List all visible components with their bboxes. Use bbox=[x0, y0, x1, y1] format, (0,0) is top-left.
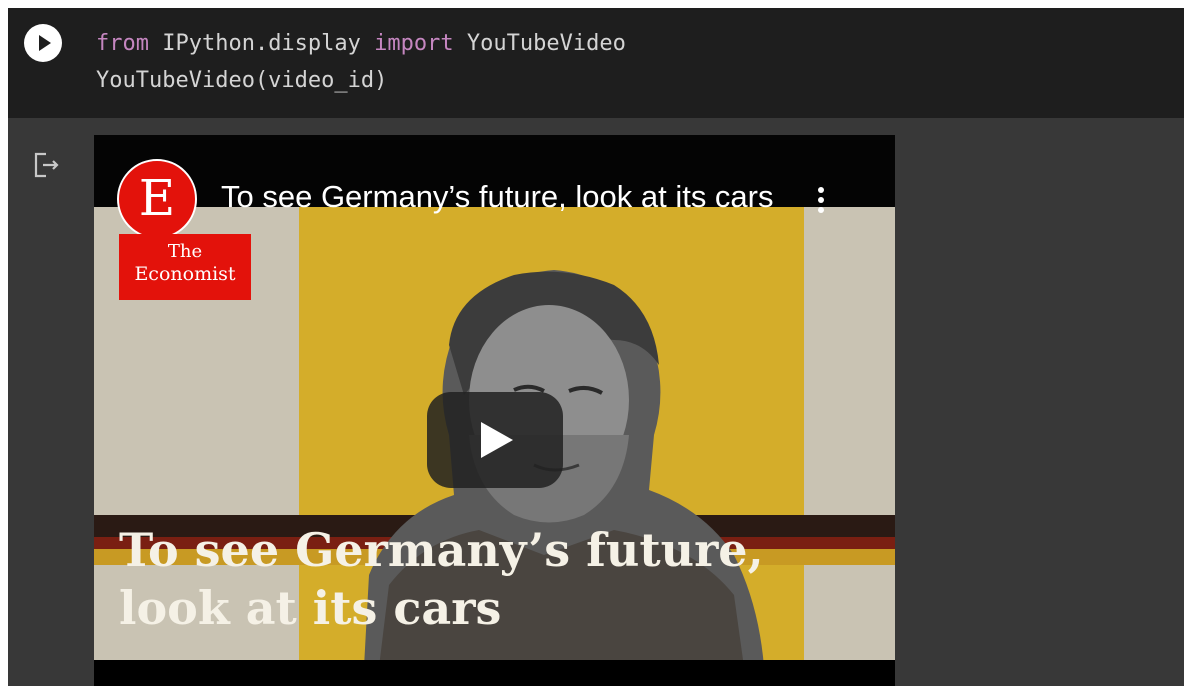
channel-avatar[interactable]: E bbox=[117, 159, 197, 239]
code-editor[interactable]: from IPython.display import YouTubeVideo… bbox=[96, 25, 626, 99]
play-circle-icon bbox=[39, 35, 51, 51]
video-title[interactable]: To see Germany’s future, look at its car… bbox=[221, 179, 781, 215]
play-video-button[interactable] bbox=[427, 392, 563, 488]
overlay-title-line-2: look at its cars bbox=[119, 581, 502, 635]
run-cell-button[interactable] bbox=[24, 24, 62, 62]
youtube-video-player[interactable]: E To see Germany’s future, look at its c… bbox=[94, 135, 895, 686]
module-name: IPython.display bbox=[148, 31, 375, 56]
keyword-import: import bbox=[374, 31, 454, 56]
output-area: E To see Germany’s future, look at its c… bbox=[8, 118, 1184, 686]
output-redirect-icon[interactable] bbox=[30, 148, 64, 182]
badge-line-1: The bbox=[167, 241, 203, 262]
code-cell[interactable]: from IPython.display import YouTubeVideo… bbox=[8, 8, 1184, 118]
code-line-1: from IPython.display import YouTubeVideo bbox=[96, 25, 626, 62]
notebook-cell: from IPython.display import YouTubeVideo… bbox=[8, 8, 1184, 686]
overlay-title-line-1: To see Germany’s future, bbox=[119, 523, 764, 577]
video-bottom-bar bbox=[94, 660, 895, 686]
youtube-play-icon bbox=[481, 422, 513, 458]
thumbnail-overlay-title: To see Germany’s future, look at its car… bbox=[119, 521, 764, 637]
keyword-from: from bbox=[96, 31, 149, 56]
import-name: YouTubeVideo bbox=[453, 31, 626, 56]
code-line-2: YouTubeVideo(video_id) bbox=[96, 68, 388, 93]
badge-line-2: Economist bbox=[134, 263, 236, 285]
economist-logo-badge: The Economist bbox=[119, 234, 251, 300]
more-vert-icon[interactable] bbox=[806, 183, 836, 223]
